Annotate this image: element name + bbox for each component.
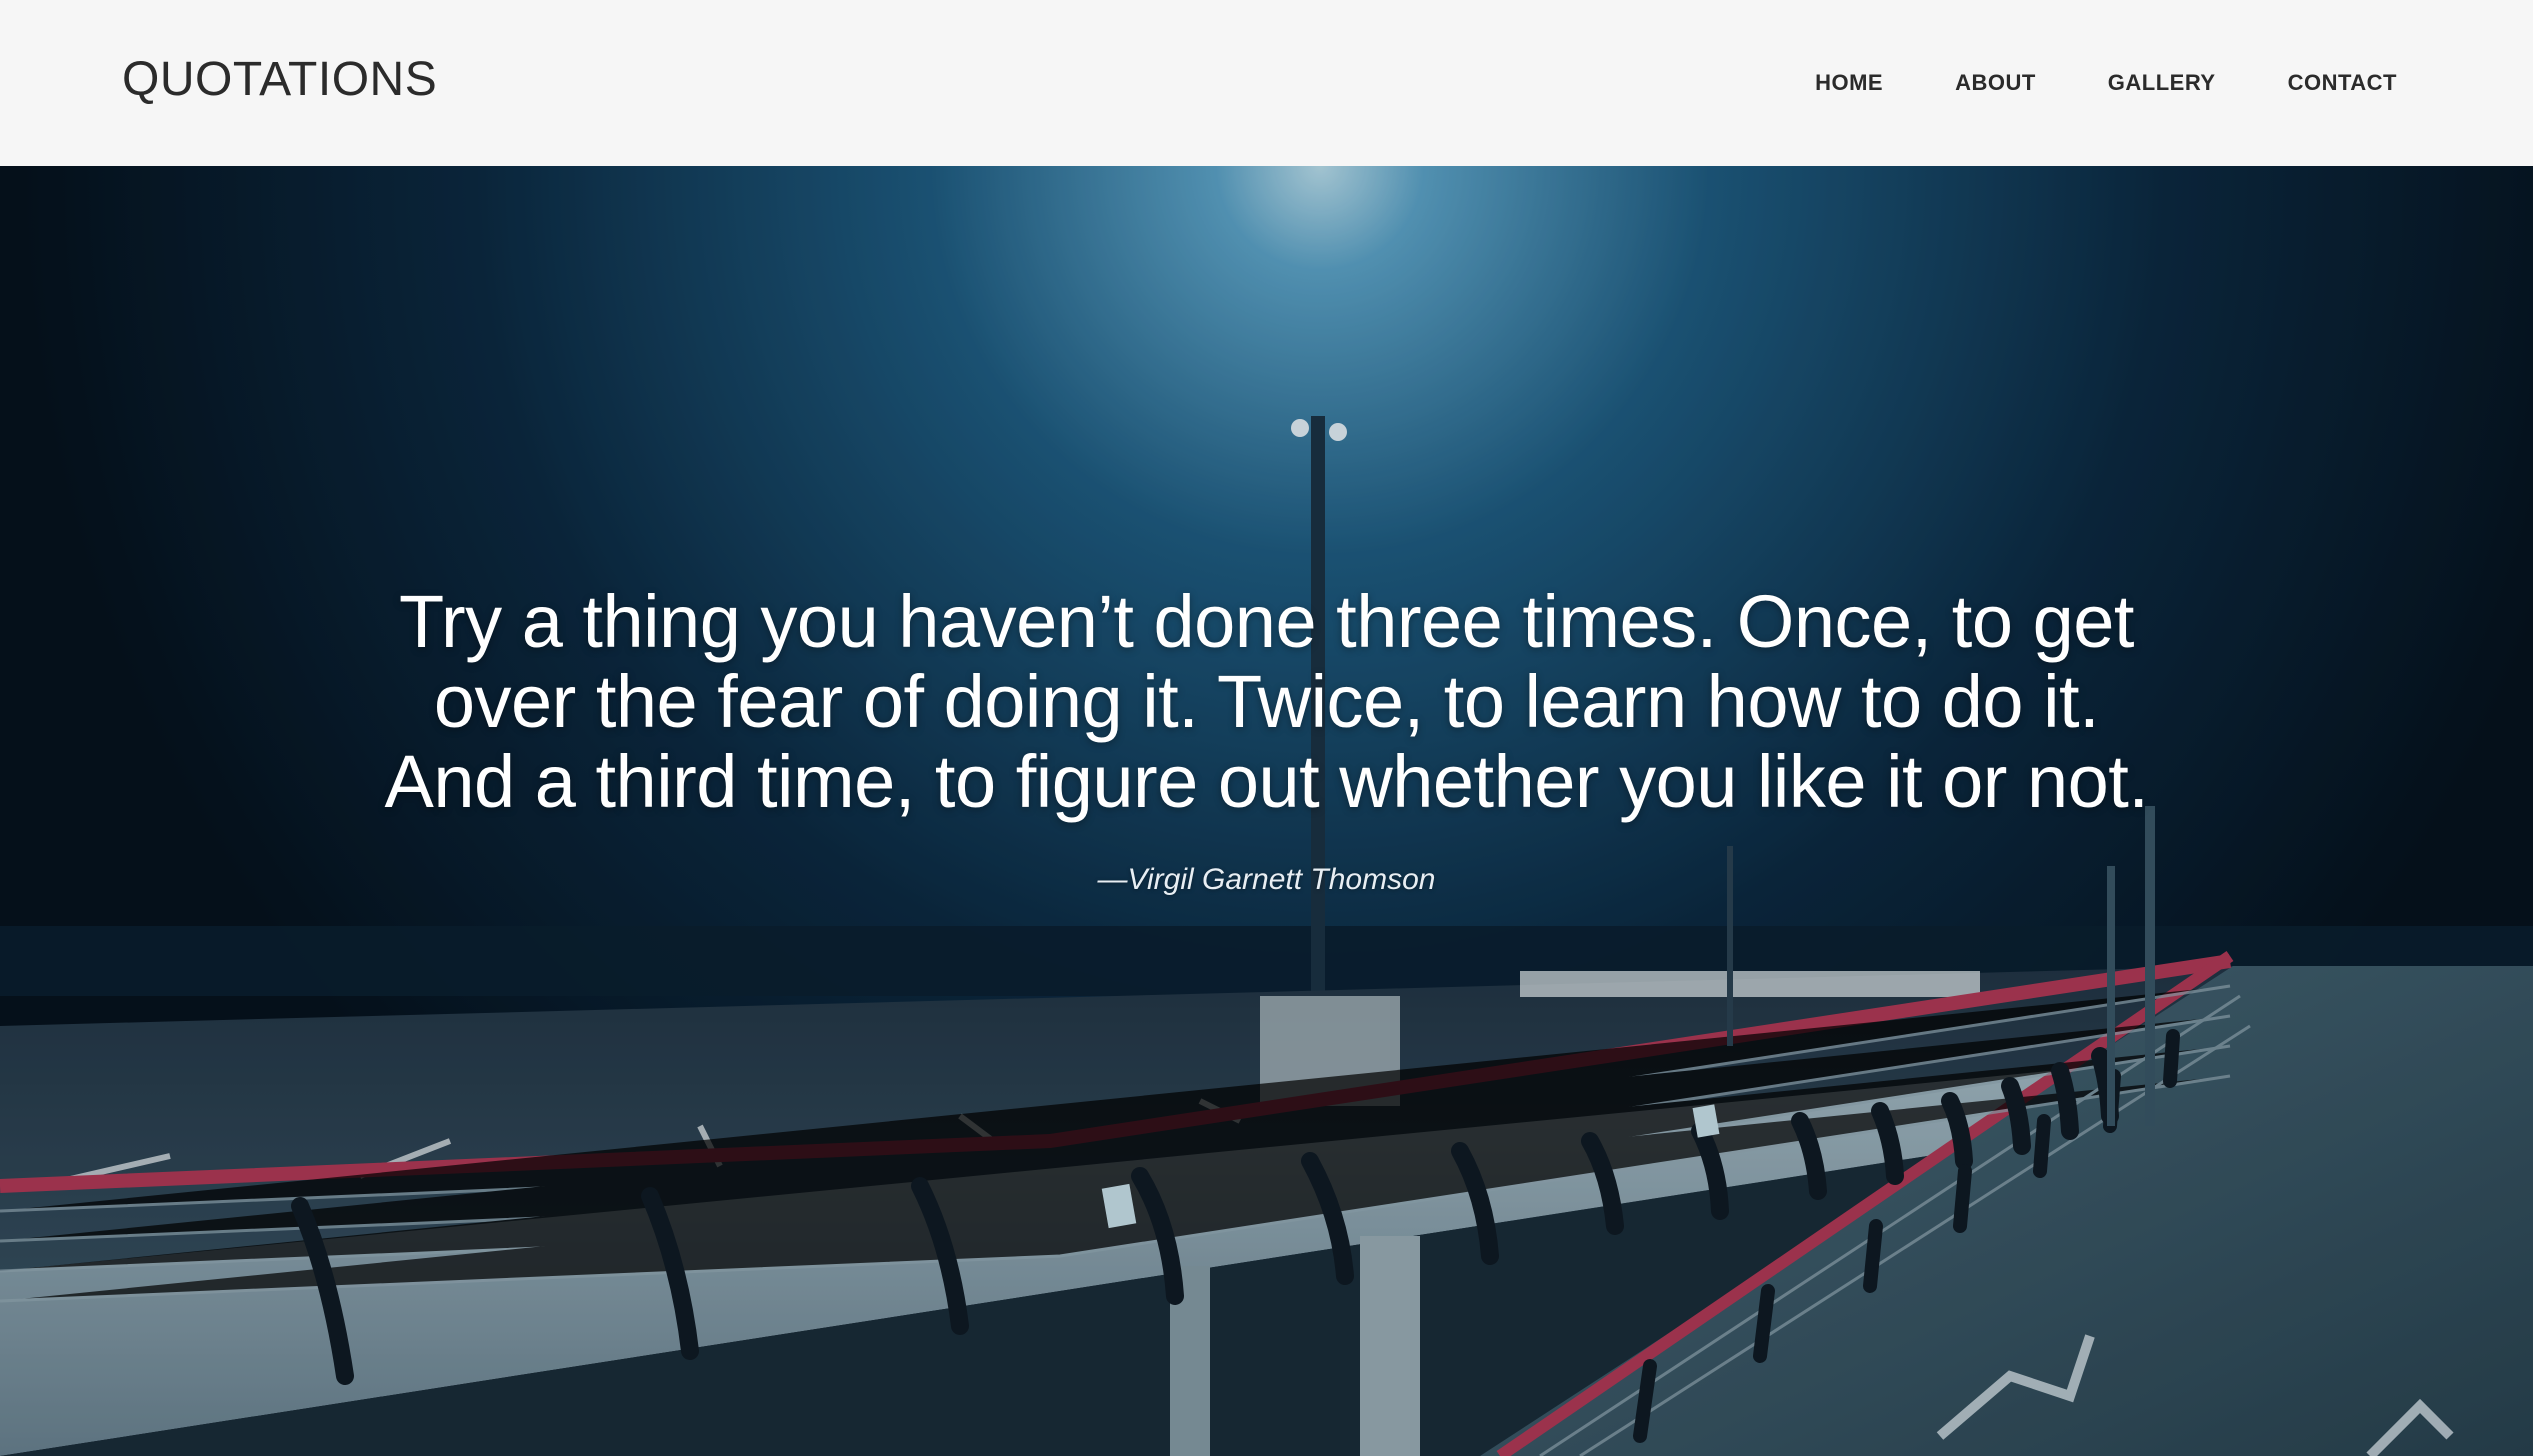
- main-nav: HOME ABOUT GALLERY CONTACT: [1815, 70, 2397, 96]
- quote-line: And a third time, to figure out whether …: [384, 740, 2149, 823]
- site-header: QUOTATIONS HOME ABOUT GALLERY CONTACT: [0, 0, 2533, 166]
- quote-line: over the fear of doing it. Twice, to lea…: [433, 660, 2100, 743]
- nav-home-link[interactable]: HOME: [1815, 70, 1883, 96]
- hero-section: Try a thing you haven’t done three times…: [0, 166, 2533, 1456]
- nav-about-link[interactable]: ABOUT: [1955, 70, 2036, 96]
- nav-contact-link[interactable]: CONTACT: [2288, 70, 2397, 96]
- quote-line: Try a thing you haven’t done three times…: [399, 580, 2134, 663]
- site-logo[interactable]: QUOTATIONS: [122, 52, 437, 107]
- nav-gallery-link[interactable]: GALLERY: [2108, 70, 2216, 96]
- quote-text: Try a thing you haven’t done three times…: [0, 582, 2533, 822]
- quote-author: —Virgil Garnett Thomson: [1097, 863, 1436, 896]
